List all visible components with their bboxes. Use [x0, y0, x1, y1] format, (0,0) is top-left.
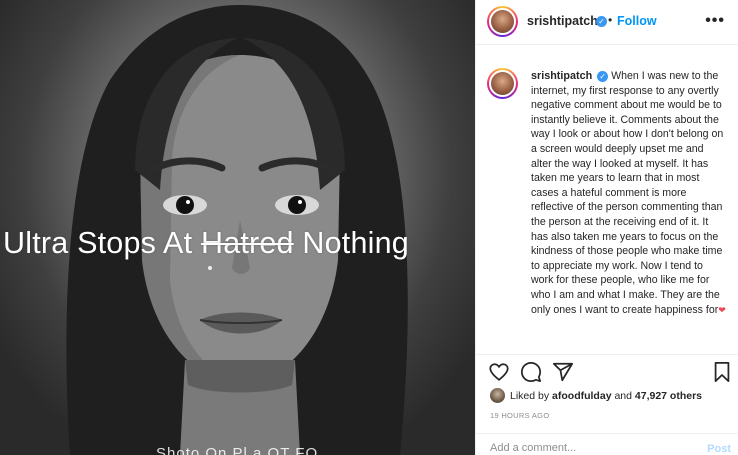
heart-icon[interactable] [488, 361, 510, 388]
likes-prefix: Liked by [510, 390, 553, 402]
overlay-text-struck: Hatred [200, 226, 294, 260]
caption-section: srishtipatch ✓ When I was new to the int… [476, 46, 738, 352]
likes-middle: and [611, 390, 635, 402]
likes-count-link[interactable]: 47,927 others [635, 390, 702, 402]
liker-avatar[interactable] [490, 388, 505, 403]
overlay-caption: Ultra Stops At Hatred Nothing [3, 226, 409, 261]
likes-text: Liked by afoodfulday and 47,927 others [510, 390, 702, 402]
overlay-bottom-text: Shoto On Pl a OT FO [156, 445, 319, 455]
comment-bar: Post [476, 433, 738, 455]
separator-dot: • [608, 13, 613, 27]
more-options-icon[interactable]: ••• [705, 12, 725, 30]
caption-text-block: srishtipatch ✓ When I was new to the int… [531, 69, 727, 317]
post-header: srishtipatch ✓ • Follow ••• [476, 0, 738, 45]
follow-button[interactable]: Follow [617, 14, 657, 28]
post-comment-button[interactable]: Post [707, 443, 731, 455]
comment-icon[interactable] [520, 361, 542, 388]
likes-summary: Liked by afoodfulday and 47,927 others [490, 388, 735, 404]
liker-username[interactable]: afoodfulday [552, 390, 612, 402]
caption-author-avatar[interactable] [487, 68, 518, 99]
heart-emoji: ❤ [718, 304, 726, 315]
overlay-text-part1: Ultra Stops At [3, 226, 193, 260]
author-username[interactable]: srishtipatch [527, 14, 598, 28]
overlay-text-part2: Nothing [302, 226, 409, 260]
post-timestamp[interactable]: 19 HOURS AGO [490, 411, 549, 420]
verified-badge-icon: ✓ [596, 16, 607, 27]
caption-username[interactable]: srishtipatch [531, 70, 592, 82]
action-bar [476, 354, 738, 386]
share-icon[interactable] [552, 361, 574, 388]
author-avatar[interactable] [487, 6, 518, 37]
bookmark-icon[interactable] [712, 361, 732, 388]
comment-input[interactable] [490, 442, 690, 454]
post-image[interactable]: Ultra Stops At Hatred Nothing Shoto On P… [0, 0, 475, 455]
caption-verified-badge-icon: ✓ [597, 71, 609, 82]
caption-body: When I was new to the internet, my first… [531, 70, 724, 316]
post-details-panel: srishtipatch ✓ • Follow ••• srishtipatch… [475, 0, 738, 455]
